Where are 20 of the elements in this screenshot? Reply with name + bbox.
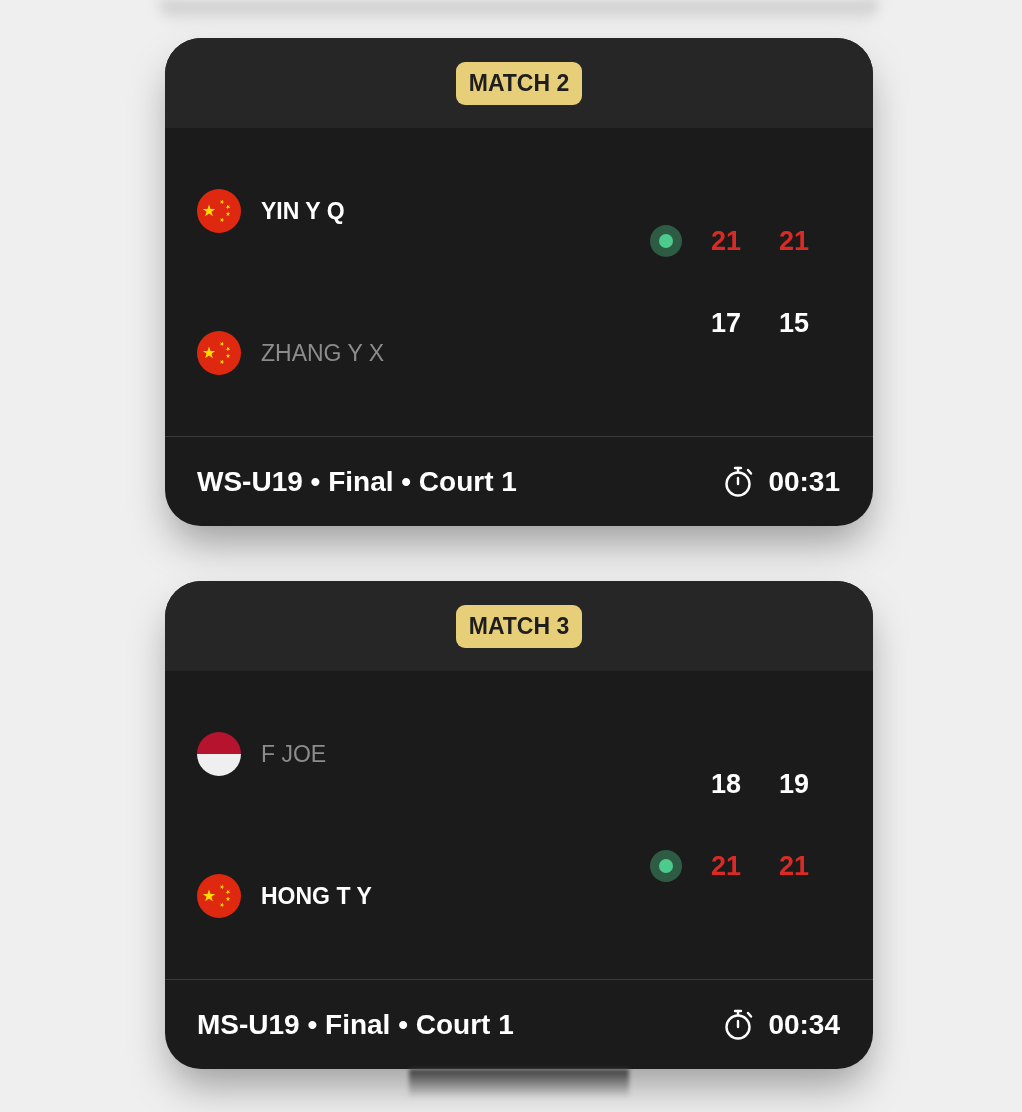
player-name: YIN Y Q bbox=[261, 196, 345, 226]
game-score: 17 bbox=[709, 306, 742, 340]
game-score: 21 bbox=[777, 849, 810, 883]
player-name: HONG T Y bbox=[261, 881, 372, 911]
game-score: 21 bbox=[709, 224, 742, 258]
player-name: ZHANG Y X bbox=[261, 338, 385, 368]
match-info: WS-U19 • Final • Court 1 bbox=[197, 464, 517, 499]
match-title: MATCH 2 bbox=[455, 61, 583, 105]
game-score: 19 bbox=[777, 767, 810, 801]
game-score: 15 bbox=[777, 306, 810, 340]
game-score: 21 bbox=[777, 224, 810, 258]
match-info: MS-U19 • Final • Court 1 bbox=[197, 1007, 514, 1042]
player-name: F JOE bbox=[261, 739, 327, 769]
match-duration: 00:34 bbox=[768, 1007, 840, 1042]
stopwatch-icon bbox=[724, 466, 755, 497]
game-score: 18 bbox=[709, 767, 742, 801]
stopwatch-icon bbox=[724, 1009, 755, 1040]
match-title: MATCH 3 bbox=[455, 604, 583, 648]
game-score: 21 bbox=[709, 849, 742, 883]
match-duration: 00:31 bbox=[768, 464, 840, 499]
